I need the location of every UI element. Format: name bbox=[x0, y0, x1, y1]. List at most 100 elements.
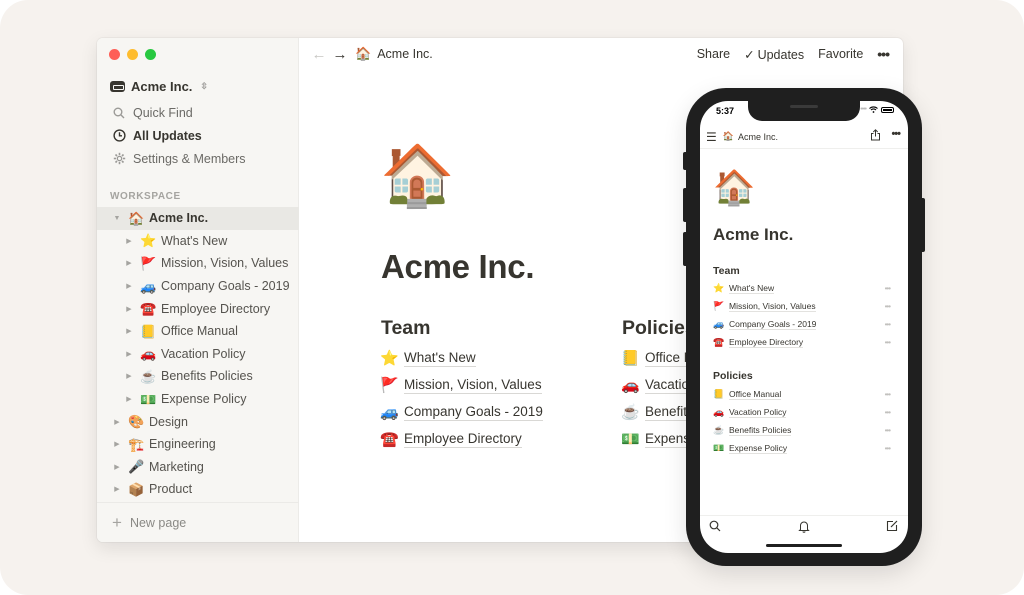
back-arrow-icon[interactable]: ← bbox=[310, 46, 328, 63]
workspace-switcher[interactable]: Acme Inc. ⇳ bbox=[110, 77, 208, 95]
coffee-emoji-icon: ☕ bbox=[140, 368, 157, 384]
share-button[interactable]: Share bbox=[697, 47, 730, 61]
caret-right-icon[interactable]: ▶ bbox=[124, 282, 134, 290]
page-link-company-goals[interactable]: 🚙 Company Goals - 2019 bbox=[380, 399, 543, 426]
row-more-icon[interactable]: ••• bbox=[885, 338, 891, 347]
tree-item-acme-inc[interactable]: ▼ 🏠 Acme Inc. bbox=[97, 207, 299, 230]
row-more-icon[interactable]: ••• bbox=[885, 444, 891, 453]
page-link-label: Mission, Vision, Values bbox=[404, 377, 542, 394]
tree-item-mission-vision-values[interactable]: ▶ 🚩 Mission, Vision, Values bbox=[97, 252, 299, 275]
tree-item-label: Vacation Policy bbox=[161, 346, 246, 361]
tree-item-company-goals[interactable]: ▶ 🚙 Company Goals - 2019 bbox=[97, 275, 299, 298]
phone-link-company-goals[interactable]: 🚙 Company Goals - 2019 ••• bbox=[713, 315, 895, 333]
new-page-button[interactable]: + New page bbox=[97, 502, 299, 542]
house-emoji-icon: 🏠 bbox=[355, 46, 372, 61]
notebook-emoji-icon: 📒 bbox=[713, 388, 725, 399]
policies-heading: Policies bbox=[622, 317, 696, 339]
tree-item-marketing[interactable]: ▶ 🎤 Marketing bbox=[97, 456, 299, 479]
telephone-emoji-icon: ☎️ bbox=[380, 431, 399, 448]
minimize-window-button[interactable] bbox=[127, 49, 138, 60]
caret-right-icon[interactable]: ▶ bbox=[124, 327, 134, 335]
phone-link-expense-policy[interactable]: 💵 Expense Policy ••• bbox=[713, 439, 895, 457]
caret-down-icon[interactable]: ▼ bbox=[112, 215, 122, 222]
close-window-button[interactable] bbox=[109, 49, 120, 60]
row-more-icon[interactable]: ••• bbox=[885, 390, 891, 399]
phone-volume-down-button bbox=[683, 232, 686, 266]
row-more-icon[interactable]: ••• bbox=[885, 320, 891, 329]
favorite-button[interactable]: Favorite bbox=[818, 47, 863, 61]
page-tree: ▼ 🏠 Acme Inc. ▶ ⭐ What's New ▶ 🚩 Mission… bbox=[97, 207, 299, 501]
tree-item-design[interactable]: ▶ 🎨 Design bbox=[97, 410, 299, 433]
more-options-icon[interactable]: ••• bbox=[891, 128, 901, 140]
row-more-icon[interactable]: ••• bbox=[885, 408, 891, 417]
forward-arrow-icon[interactable]: → bbox=[331, 46, 349, 63]
phone-link-vacation-policy[interactable]: 🚗 Vacation Policy ••• bbox=[713, 403, 895, 421]
tree-item-vacation-policy[interactable]: ▶ 🚗 Vacation Policy bbox=[97, 343, 299, 366]
workspace-logo-icon bbox=[110, 80, 125, 92]
caret-right-icon[interactable]: ▶ bbox=[124, 350, 134, 358]
page-title[interactable]: Acme Inc. bbox=[381, 248, 535, 286]
page-link-label: Employee Directory bbox=[404, 431, 522, 448]
row-more-icon[interactable]: ••• bbox=[885, 284, 891, 293]
caret-right-icon[interactable]: ▶ bbox=[124, 237, 134, 245]
more-options-icon[interactable]: ••• bbox=[877, 46, 890, 62]
phone-link-label: Mission, Vision, Values bbox=[729, 300, 816, 312]
bell-icon[interactable] bbox=[798, 520, 810, 536]
caret-right-icon[interactable]: ▶ bbox=[124, 305, 134, 313]
phone-screen: 5:37 •••• ☰ 🏠 Acme Inc. ••• 🏠 Acme Inc. … bbox=[700, 101, 908, 553]
updates-label: Updates bbox=[757, 47, 805, 62]
tree-item-label: Product bbox=[149, 482, 193, 497]
compose-icon[interactable] bbox=[886, 520, 898, 535]
caret-right-icon[interactable]: ▶ bbox=[112, 418, 122, 426]
home-indicator[interactable] bbox=[766, 544, 842, 547]
caret-right-icon[interactable]: ▶ bbox=[112, 485, 122, 493]
phone-page-icon[interactable]: 🏠 bbox=[713, 171, 755, 205]
sidebar-item-settings-members[interactable]: Settings & Members bbox=[97, 147, 299, 170]
phone-notch bbox=[748, 101, 860, 121]
page-link-whats-new[interactable]: ⭐ What's New bbox=[380, 345, 543, 372]
phone-link-employee-directory[interactable]: ☎️ Employee Directory ••• bbox=[713, 333, 895, 351]
caret-right-icon[interactable]: ▶ bbox=[124, 372, 134, 380]
phone-link-benefits-policies[interactable]: ☕ Benefits Policies ••• bbox=[713, 421, 895, 439]
star-emoji-icon: ⭐ bbox=[713, 282, 725, 293]
wifi-icon bbox=[869, 106, 878, 113]
phone-link-whats-new[interactable]: ⭐ What's New ••• bbox=[713, 279, 895, 297]
caret-right-icon[interactable]: ▶ bbox=[124, 259, 134, 267]
tree-item-product[interactable]: ▶ 📦 Product bbox=[97, 478, 299, 501]
status-icons: •••• bbox=[860, 106, 894, 113]
caret-right-icon[interactable]: ▶ bbox=[124, 395, 134, 403]
row-more-icon[interactable]: ••• bbox=[885, 302, 891, 311]
menu-icon[interactable]: ☰ bbox=[706, 130, 717, 144]
zoom-window-button[interactable] bbox=[145, 49, 156, 60]
sidebar-item-quick-find[interactable]: Quick Find bbox=[97, 101, 299, 124]
phone-breadcrumb[interactable]: 🏠 Acme Inc. bbox=[723, 131, 778, 142]
phone-topbar: ☰ 🏠 Acme Inc. ••• bbox=[700, 125, 908, 149]
tree-item-employee-directory[interactable]: ▶ ☎️ Employee Directory bbox=[97, 297, 299, 320]
tree-item-benefits-policies[interactable]: ▶ ☕ Benefits Policies bbox=[97, 365, 299, 388]
sidebar-item-label: Quick Find bbox=[133, 105, 193, 120]
caret-right-icon[interactable]: ▶ bbox=[112, 440, 122, 448]
tree-item-office-manual[interactable]: ▶ 📒 Office Manual bbox=[97, 320, 299, 343]
sidebar-item-all-updates[interactable]: All Updates bbox=[97, 124, 299, 147]
status-time: 5:37 bbox=[716, 106, 735, 116]
tree-item-expense-policy[interactable]: ▶ 💵 Expense Policy bbox=[97, 388, 299, 411]
page-link-employee-directory[interactable]: ☎️ Employee Directory bbox=[380, 426, 543, 453]
tree-item-label: What's New bbox=[161, 233, 228, 248]
battery-icon bbox=[881, 106, 894, 113]
share-icon[interactable] bbox=[870, 129, 881, 144]
page-link-mission[interactable]: 🚩 Mission, Vision, Values bbox=[380, 372, 543, 399]
row-more-icon[interactable]: ••• bbox=[885, 426, 891, 435]
search-icon[interactable] bbox=[709, 520, 721, 535]
red-car-emoji-icon: 🚗 bbox=[713, 406, 725, 417]
updates-button[interactable]: ✓ Updates bbox=[744, 47, 804, 62]
phone-link-office-manual[interactable]: 📒 Office Manual ••• bbox=[713, 385, 895, 403]
tree-item-whats-new[interactable]: ▶ ⭐ What's New bbox=[97, 230, 299, 253]
breadcrumb[interactable]: 🏠 Acme Inc. bbox=[355, 46, 433, 62]
phone-policies-links: 📒 Office Manual ••• 🚗 Vacation Policy ••• ☕ B… bbox=[713, 385, 895, 457]
caret-right-icon[interactable]: ▶ bbox=[112, 463, 122, 471]
phone-link-mission[interactable]: 🚩 Mission, Vision, Values ••• bbox=[713, 297, 895, 315]
tree-item-engineering[interactable]: ▶ 🏗️ Engineering bbox=[97, 433, 299, 456]
tree-item-label: Office Manual bbox=[161, 324, 238, 339]
page-icon[interactable]: 🏠 bbox=[380, 146, 455, 206]
team-links: ⭐ What's New 🚩 Mission, Vision, Values 🚙 Co… bbox=[380, 345, 543, 453]
